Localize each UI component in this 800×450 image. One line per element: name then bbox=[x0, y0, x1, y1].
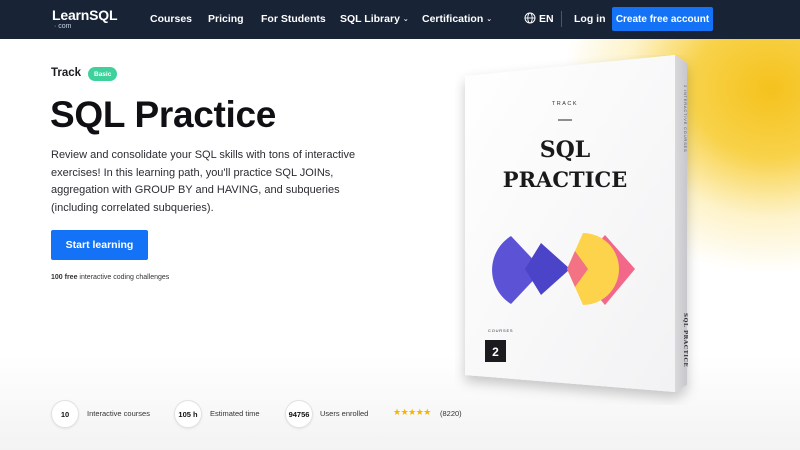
box-courses-count: 2 bbox=[492, 345, 499, 359]
logo-suffix: · com bbox=[54, 23, 72, 30]
box-title-line1: SQL bbox=[540, 137, 591, 163]
stat-users-value: 94756 bbox=[288, 409, 310, 419]
nav-item-sql-library-label: SQL Library bbox=[340, 13, 400, 25]
track-description: Review and consolidate your SQL skills w… bbox=[51, 149, 356, 214]
box-track-text: TRACK bbox=[552, 101, 578, 107]
stat-users-label: Users enrolled bbox=[320, 409, 369, 418]
login-link[interactable]: Log in bbox=[574, 12, 606, 26]
start-learning-button[interactable]: Start learning bbox=[51, 230, 148, 260]
stat-users-circle: 94756 bbox=[285, 400, 313, 428]
chevron-down-icon: ⌄ bbox=[402, 16, 409, 23]
globe-icon[interactable] bbox=[524, 12, 536, 24]
rating-stars-icon: ★★★★★ bbox=[393, 407, 431, 417]
challenges-note: 100 free interactive coding challenges bbox=[51, 274, 169, 281]
logo-brand: LearnSQL bbox=[52, 7, 118, 23]
rating-count: (8220) bbox=[440, 409, 462, 418]
create-account-label: Create free account bbox=[615, 13, 710, 25]
start-learning-label: Start learning bbox=[65, 239, 134, 251]
nav-item-courses[interactable]: Courses bbox=[150, 12, 192, 26]
chevron-down-icon: ⌄ bbox=[486, 16, 493, 23]
nav-item-courses-label: Courses bbox=[150, 13, 193, 25]
stat-courses-value: 10 bbox=[60, 409, 70, 419]
nav-item-for-students-label: For Students bbox=[261, 13, 326, 25]
nav-item-pricing[interactable]: Pricing bbox=[208, 12, 244, 26]
nav-item-certification[interactable]: Certification ⌄ bbox=[422, 12, 492, 27]
stat-courses-label: Interactive courses bbox=[87, 409, 150, 418]
learnsql-logo[interactable]: LearnSQL · com bbox=[52, 7, 118, 31]
stat-time-circle: 105 h bbox=[174, 400, 202, 428]
track-label: Track bbox=[51, 67, 82, 79]
challenges-count: 100 free bbox=[51, 274, 78, 281]
box-side-bottom-text: SQL PRACTICE bbox=[682, 313, 688, 367]
challenges-text: interactive coding challenges bbox=[77, 274, 170, 281]
nav-divider bbox=[561, 11, 562, 27]
nav-item-certification-label: Certification bbox=[422, 13, 484, 25]
box-side-top-text: 2 INTERACTIVE COURSES bbox=[683, 85, 688, 152]
page-title: SQL Practice bbox=[50, 94, 277, 135]
top-navbar: LearnSQL · com Courses Pricing For Stude… bbox=[0, 0, 800, 39]
stat-courses-circle: 10 bbox=[51, 400, 79, 428]
create-account-button[interactable]: Create free account bbox=[612, 7, 713, 31]
box-title-line2: PRACTICE bbox=[503, 167, 627, 192]
stat-time-label: Estimated time bbox=[210, 409, 260, 418]
language-selector[interactable]: EN bbox=[539, 12, 554, 26]
track-product-box: TRACK SQL PRACTICE COURSES 2 2 INTERACTI… bbox=[465, 55, 688, 392]
nav-item-pricing-label: Pricing bbox=[208, 13, 244, 25]
stat-time-value: 105 h bbox=[178, 409, 198, 419]
nav-item-for-students[interactable]: For Students bbox=[261, 12, 326, 26]
box-courses-label: COURSES bbox=[488, 328, 513, 333]
level-badge: Basic bbox=[88, 67, 118, 81]
nav-item-sql-library[interactable]: SQL Library ⌄ bbox=[340, 12, 409, 27]
